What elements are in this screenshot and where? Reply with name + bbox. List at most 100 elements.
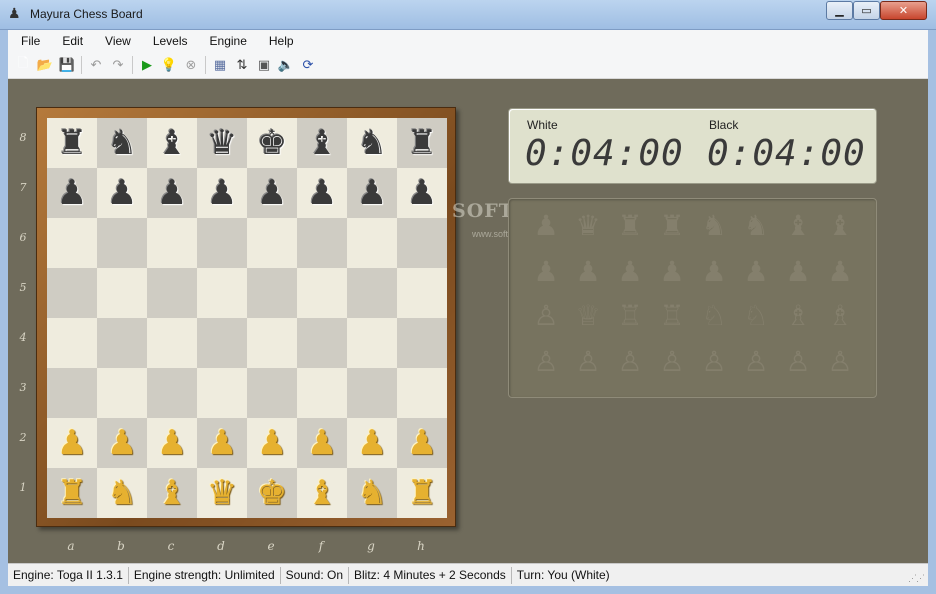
square-f2[interactable]: ♟ bbox=[297, 418, 347, 468]
black-pawn-piece[interactable]: ♟ bbox=[207, 176, 237, 210]
square-b7[interactable]: ♟ bbox=[97, 168, 147, 218]
square-g5[interactable] bbox=[347, 268, 397, 318]
stop-button[interactable]: ⊗ bbox=[180, 54, 202, 76]
menu-file[interactable]: File bbox=[8, 34, 49, 48]
black-pawn-piece[interactable]: ♟ bbox=[57, 176, 87, 210]
square-f8[interactable]: ♝ bbox=[297, 118, 347, 168]
square-a1[interactable]: ♜ bbox=[47, 468, 97, 518]
square-g4[interactable] bbox=[347, 318, 397, 368]
new-game-button[interactable]: 🗋 bbox=[12, 54, 34, 76]
white-pawn-piece[interactable]: ♟ bbox=[257, 426, 287, 460]
square-d4[interactable] bbox=[197, 318, 247, 368]
menu-engine[interactable]: Engine bbox=[197, 34, 256, 48]
square-a8[interactable]: ♜ bbox=[47, 118, 97, 168]
setup-position-button[interactable]: ▣ bbox=[253, 54, 275, 76]
square-c5[interactable] bbox=[147, 268, 197, 318]
white-pawn-piece[interactable]: ♟ bbox=[307, 426, 337, 460]
square-d7[interactable]: ♟ bbox=[197, 168, 247, 218]
black-knight-piece[interactable]: ♞ bbox=[357, 126, 387, 160]
white-king-piece[interactable]: ♚ bbox=[257, 476, 287, 510]
black-pawn-piece[interactable]: ♟ bbox=[307, 176, 337, 210]
white-pawn-piece[interactable]: ♟ bbox=[57, 426, 87, 460]
white-rook-piece[interactable]: ♜ bbox=[407, 476, 437, 510]
square-b2[interactable]: ♟ bbox=[97, 418, 147, 468]
black-bishop-piece[interactable]: ♝ bbox=[307, 126, 337, 160]
square-a5[interactable] bbox=[47, 268, 97, 318]
black-pawn-piece[interactable]: ♟ bbox=[107, 176, 137, 210]
square-g2[interactable]: ♟ bbox=[347, 418, 397, 468]
square-d1[interactable]: ♛ bbox=[197, 468, 247, 518]
square-f6[interactable] bbox=[297, 218, 347, 268]
square-e6[interactable] bbox=[247, 218, 297, 268]
square-c2[interactable]: ♟ bbox=[147, 418, 197, 468]
switch-sides-button[interactable]: ⟳ bbox=[297, 54, 319, 76]
white-pawn-piece[interactable]: ♟ bbox=[407, 426, 437, 460]
white-rook-piece[interactable]: ♜ bbox=[57, 476, 87, 510]
square-b1[interactable]: ♞ bbox=[97, 468, 147, 518]
white-bishop-piece[interactable]: ♝ bbox=[307, 476, 337, 510]
menu-help[interactable]: Help bbox=[256, 34, 303, 48]
black-pawn-piece[interactable]: ♟ bbox=[407, 176, 437, 210]
square-h6[interactable] bbox=[397, 218, 447, 268]
square-f4[interactable] bbox=[297, 318, 347, 368]
square-f7[interactable]: ♟ bbox=[297, 168, 347, 218]
square-a7[interactable]: ♟ bbox=[47, 168, 97, 218]
square-c6[interactable] bbox=[147, 218, 197, 268]
square-e2[interactable]: ♟ bbox=[247, 418, 297, 468]
square-a2[interactable]: ♟ bbox=[47, 418, 97, 468]
menu-edit[interactable]: Edit bbox=[49, 34, 92, 48]
square-d2[interactable]: ♟ bbox=[197, 418, 247, 468]
square-d3[interactable] bbox=[197, 368, 247, 418]
square-g1[interactable]: ♞ bbox=[347, 468, 397, 518]
white-knight-piece[interactable]: ♞ bbox=[107, 476, 137, 510]
square-c4[interactable] bbox=[147, 318, 197, 368]
square-h3[interactable] bbox=[397, 368, 447, 418]
square-c7[interactable]: ♟ bbox=[147, 168, 197, 218]
square-g8[interactable]: ♞ bbox=[347, 118, 397, 168]
square-b8[interactable]: ♞ bbox=[97, 118, 147, 168]
square-c1[interactable]: ♝ bbox=[147, 468, 197, 518]
black-pawn-piece[interactable]: ♟ bbox=[257, 176, 287, 210]
black-knight-piece[interactable]: ♞ bbox=[107, 126, 137, 160]
square-e8[interactable]: ♚ bbox=[247, 118, 297, 168]
square-d8[interactable]: ♛ bbox=[197, 118, 247, 168]
white-pawn-piece[interactable]: ♟ bbox=[107, 426, 137, 460]
square-g6[interactable] bbox=[347, 218, 397, 268]
square-b6[interactable] bbox=[97, 218, 147, 268]
square-h5[interactable] bbox=[397, 268, 447, 318]
sound-button[interactable]: 🔈 bbox=[275, 54, 297, 76]
redo-button[interactable]: ↷ bbox=[107, 54, 129, 76]
minimize-button[interactable]: ▁ bbox=[826, 1, 853, 20]
square-h7[interactable]: ♟ bbox=[397, 168, 447, 218]
square-b5[interactable] bbox=[97, 268, 147, 318]
square-g3[interactable] bbox=[347, 368, 397, 418]
undo-button[interactable]: ↶ bbox=[85, 54, 107, 76]
square-f5[interactable] bbox=[297, 268, 347, 318]
black-rook-piece[interactable]: ♜ bbox=[407, 126, 437, 160]
square-h4[interactable] bbox=[397, 318, 447, 368]
square-b4[interactable] bbox=[97, 318, 147, 368]
square-d6[interactable] bbox=[197, 218, 247, 268]
play-button[interactable]: ▶ bbox=[136, 54, 158, 76]
white-pawn-piece[interactable]: ♟ bbox=[157, 426, 187, 460]
square-e1[interactable]: ♚ bbox=[247, 468, 297, 518]
open-game-button[interactable]: 📂 bbox=[34, 54, 56, 76]
square-a4[interactable] bbox=[47, 318, 97, 368]
black-bishop-piece[interactable]: ♝ bbox=[157, 126, 187, 160]
square-e4[interactable] bbox=[247, 318, 297, 368]
square-e7[interactable]: ♟ bbox=[247, 168, 297, 218]
square-h8[interactable]: ♜ bbox=[397, 118, 447, 168]
menu-levels[interactable]: Levels bbox=[140, 34, 197, 48]
square-d5[interactable] bbox=[197, 268, 247, 318]
save-game-button[interactable]: 💾 bbox=[56, 54, 78, 76]
white-queen-piece[interactable]: ♛ bbox=[207, 476, 237, 510]
chess-board[interactable]: ♜ ♞ ♝ ♛ ♚ ♝ ♞ ♜ ♟ ♟ ♟ ♟ ♟ ♟ ♟ ♟ ♟ ♟ ♟ ♟ ♟ ♟ ♟ ♟ ♜ ♞ ♝ ♛ ♚ ♝ ♞ ♜ bbox=[47, 118, 447, 518]
hint-button[interactable]: 💡 bbox=[158, 54, 180, 76]
properties-button[interactable]: ▦ bbox=[209, 54, 231, 76]
black-pawn-piece[interactable]: ♟ bbox=[357, 176, 387, 210]
black-king-piece[interactable]: ♚ bbox=[257, 126, 287, 160]
square-h2[interactable]: ♟ bbox=[397, 418, 447, 468]
square-f3[interactable] bbox=[297, 368, 347, 418]
black-pawn-piece[interactable]: ♟ bbox=[157, 176, 187, 210]
square-f1[interactable]: ♝ bbox=[297, 468, 347, 518]
